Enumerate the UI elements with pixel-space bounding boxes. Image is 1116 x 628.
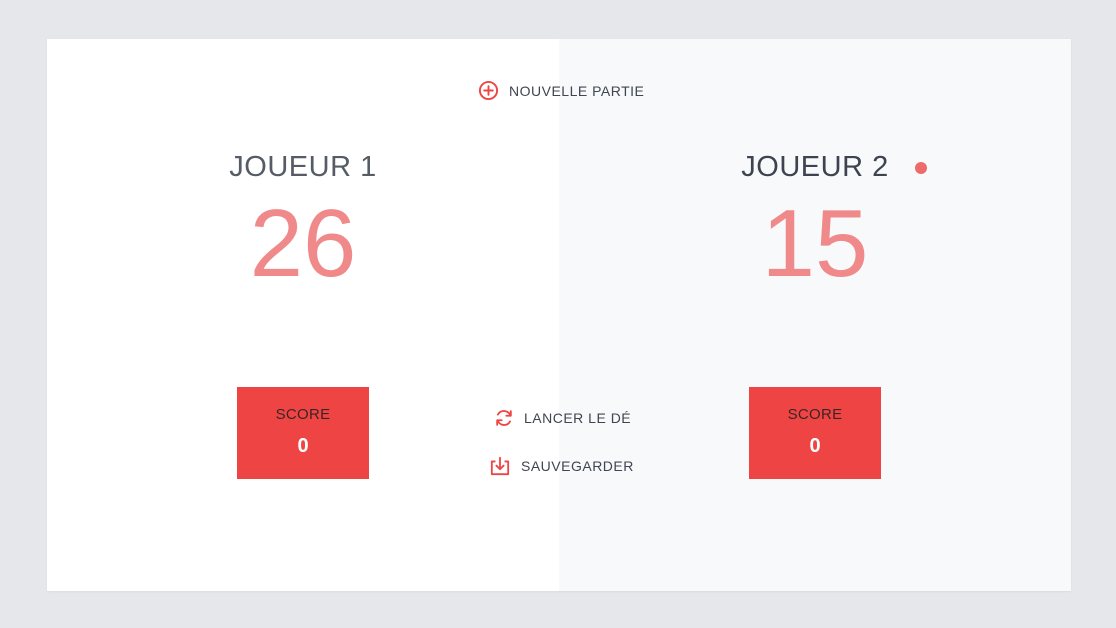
new-game-button[interactable]: NOUVELLE PARTIE: [478, 80, 644, 101]
new-game-label: NOUVELLE PARTIE: [509, 82, 645, 99]
player-1-name: JOUEUR 1: [47, 151, 559, 184]
download-icon: [489, 456, 511, 476]
player-1-name-text: JOUEUR 1: [229, 151, 377, 183]
save-button[interactable]: SAUVEGARDER: [489, 456, 634, 476]
save-label: SAUVEGARDER: [521, 458, 634, 474]
player-2-panel: JOUEUR 2 15 SCORE 0: [559, 39, 1071, 591]
player-2-name-text: JOUEUR 2: [741, 151, 889, 183]
active-player-dot-icon: [914, 162, 927, 174]
player-1-current-box: SCORE 0: [237, 387, 369, 479]
player-2-total: 15: [761, 190, 869, 297]
player-2-name: JOUEUR 2: [559, 151, 1071, 184]
player-2-current-score: 0: [809, 435, 821, 457]
player-1-total: 26: [249, 190, 357, 297]
refresh-icon: [494, 408, 514, 428]
player-2-current-box: SCORE 0: [749, 387, 881, 479]
player-2-current-label: SCORE: [787, 406, 843, 423]
game-board: JOUEUR 1 26 SCORE 0 JOUEUR 2 15 SCORE 0: [47, 39, 1071, 591]
roll-dice-label: LANCER LE DÉ: [524, 410, 632, 426]
plus-circle-icon: [478, 80, 499, 101]
player-1-panel: JOUEUR 1 26 SCORE 0: [47, 39, 559, 591]
player-1-current-score: 0: [297, 435, 309, 457]
player-1-current-label: SCORE: [275, 406, 331, 423]
roll-dice-button[interactable]: LANCER LE DÉ: [494, 408, 631, 428]
